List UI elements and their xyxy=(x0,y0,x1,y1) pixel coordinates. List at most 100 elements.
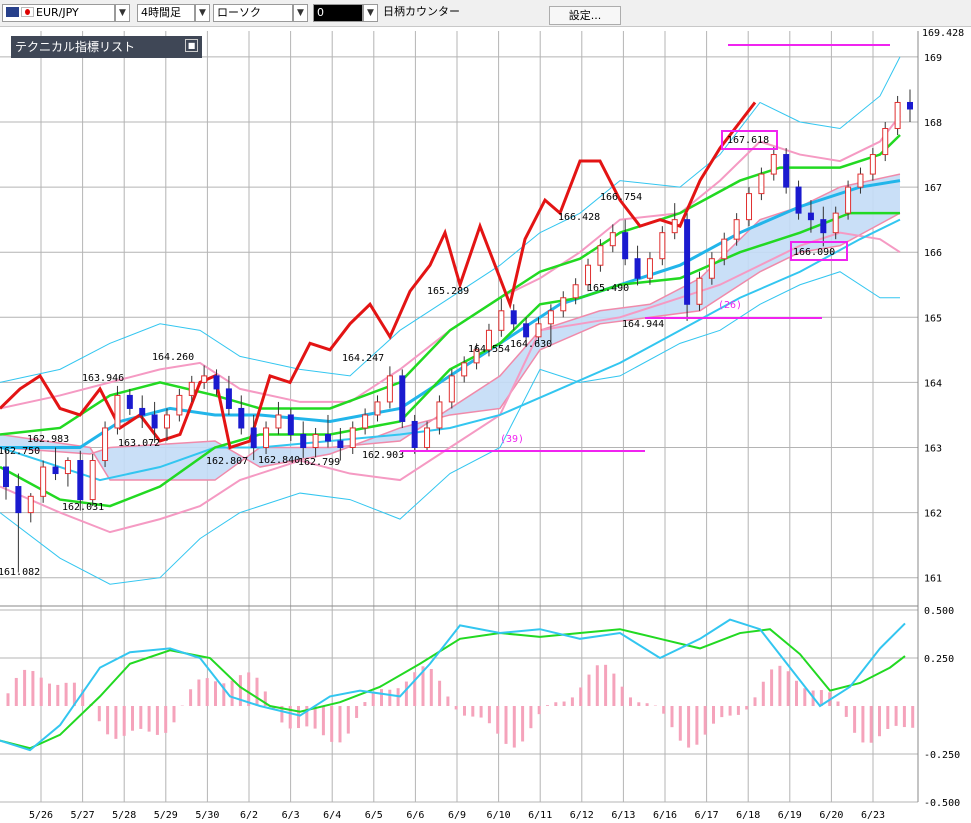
candle-body xyxy=(275,414,282,429)
macd-line xyxy=(0,618,906,752)
histogram-bar xyxy=(97,706,101,722)
candle-body xyxy=(337,440,344,448)
histogram-bar xyxy=(338,706,342,743)
histogram-bar xyxy=(786,671,790,706)
chevron-down-icon[interactable]: ▼ xyxy=(363,4,378,22)
toolbar: EUR/JPY ▼ 4時間足 ▼ ローソク ▼ 0 ▼ 日柄カウンター 設定..… xyxy=(0,0,971,27)
price-label: 163.072 xyxy=(118,438,160,449)
histogram-bar xyxy=(703,706,707,735)
chart-style-select[interactable]: ローソク xyxy=(213,4,293,22)
price-label: 162.983 xyxy=(27,434,69,445)
candle-body xyxy=(27,495,34,514)
candle-body xyxy=(436,401,443,429)
candle-body xyxy=(894,101,901,130)
candle-body xyxy=(102,427,109,462)
histogram-bar xyxy=(371,691,375,706)
candle-body xyxy=(386,375,393,403)
histogram-bar xyxy=(902,706,906,728)
candle-body xyxy=(733,219,740,240)
price-label: 164.554 xyxy=(468,344,510,355)
eu-flag-icon xyxy=(6,7,19,17)
histogram-bar xyxy=(736,706,740,715)
x-tick-label: 6/3 xyxy=(282,810,300,821)
candle-body xyxy=(64,460,71,475)
currency-pair-select[interactable]: EUR/JPY xyxy=(2,4,115,22)
x-tick-label: 5/28 xyxy=(112,810,136,821)
chevron-down-icon[interactable]: ▼ xyxy=(115,4,130,22)
candle-body xyxy=(547,310,554,325)
x-tick-label: 5/30 xyxy=(195,810,219,821)
price-label: 165.289 xyxy=(427,286,469,297)
settings-button[interactable]: 設定... xyxy=(549,6,621,25)
candle-body xyxy=(263,427,270,449)
histogram-bar xyxy=(604,664,608,706)
histogram-bar xyxy=(844,706,848,717)
price-label: 162.031 xyxy=(62,502,104,513)
cloud-area xyxy=(0,174,900,481)
candle-body xyxy=(820,219,827,234)
histogram-bar xyxy=(521,706,525,742)
candle-body xyxy=(684,219,691,305)
price-label: 167.618 xyxy=(727,135,769,146)
candle-body xyxy=(659,232,666,260)
x-tick-label: 5/26 xyxy=(29,810,53,821)
histogram-bar xyxy=(512,706,516,748)
osc-y-tick-label: -0.500 xyxy=(924,798,960,809)
indicator-list-panel[interactable]: テクニカル指標リスト ■ xyxy=(11,36,202,58)
chart-area[interactable]: 162.750 163.946 162.983 163.072 164.260 162.8… xyxy=(0,27,971,823)
histogram-bar xyxy=(297,706,300,729)
histogram-bar xyxy=(612,673,616,706)
y-tick-label: 163 xyxy=(924,444,942,455)
histogram-bar xyxy=(803,688,807,706)
histogram-bar xyxy=(321,706,325,736)
histogram-bar xyxy=(853,706,857,733)
candle-body xyxy=(869,154,876,175)
histogram-bar xyxy=(504,706,508,744)
histogram-bar xyxy=(23,669,27,706)
candle-body xyxy=(783,154,790,188)
histogram-bar xyxy=(911,706,915,728)
price-label: 164.247 xyxy=(342,353,384,364)
histogram-bar xyxy=(878,706,881,737)
histogram-bar xyxy=(172,706,176,723)
histogram-bar xyxy=(31,671,35,706)
candle-body xyxy=(126,394,133,409)
histogram-bar xyxy=(164,706,168,733)
x-tick-label: 6/20 xyxy=(819,810,843,821)
y-tick-label: 162 xyxy=(924,509,942,520)
histogram-bar xyxy=(720,706,724,718)
price-label: 162.807 xyxy=(206,456,248,467)
histogram-bar xyxy=(728,706,732,716)
histogram-bar xyxy=(678,706,682,741)
close-icon[interactable]: ■ xyxy=(185,39,198,52)
candle-body xyxy=(324,433,331,442)
histogram-bar xyxy=(761,681,765,706)
x-tick-label: 6/12 xyxy=(570,810,594,821)
candle-body xyxy=(238,407,245,429)
histogram-bar xyxy=(562,701,566,706)
candle-body xyxy=(882,128,889,156)
mid-moving-average xyxy=(0,179,901,449)
histogram-bar xyxy=(546,705,549,706)
timeframe-select[interactable]: 4時間足 xyxy=(137,4,195,22)
histogram-bar xyxy=(886,706,890,729)
histogram-bar xyxy=(247,672,251,706)
candle-body xyxy=(89,460,96,501)
indicator-value-select[interactable]: 0 xyxy=(313,4,363,22)
signal-line xyxy=(0,628,906,750)
chevron-down-icon[interactable]: ▼ xyxy=(195,4,210,22)
histogram-bar xyxy=(637,702,641,706)
histogram-bar xyxy=(197,679,201,706)
candle-body xyxy=(907,101,913,110)
candle-body xyxy=(77,460,84,501)
price-label: 163.946 xyxy=(82,373,124,384)
histogram-bar xyxy=(106,706,110,735)
histogram-bar xyxy=(48,683,51,706)
candle-body xyxy=(424,427,431,449)
osc-y-tick-label: 0.500 xyxy=(924,606,954,617)
histogram-bar xyxy=(670,706,674,728)
histogram-bar xyxy=(380,689,383,706)
chevron-down-icon[interactable]: ▼ xyxy=(293,4,308,22)
price-label: 162.799 xyxy=(298,457,340,468)
candle-body xyxy=(225,388,232,409)
